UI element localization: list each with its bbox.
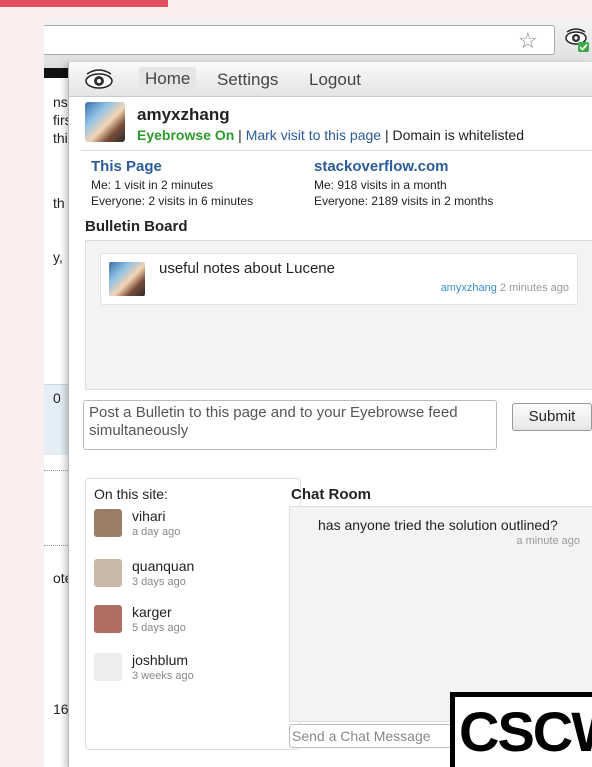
site-user-name[interactable]: karger <box>132 604 172 620</box>
site-user-time: 3 weeks ago <box>132 670 194 682</box>
chat-message-text: has anyone tried the solution outlined? <box>318 517 558 533</box>
this-page-me-stat: Me: 1 visit in 2 minutes <box>91 178 214 192</box>
cscw-watermark-text: CSCW <box>459 700 592 763</box>
site-title[interactable]: stackoverflow.com <box>314 158 449 175</box>
mark-visit-link[interactable]: Mark visit to this page <box>246 127 381 143</box>
bulletin-board: useful notes about Lucene amyxzhang 2 mi… <box>85 240 592 390</box>
bulletin-post: useful notes about Lucene amyxzhang 2 mi… <box>100 253 578 305</box>
site-user-time: 5 days ago <box>132 622 186 634</box>
site-everyone-stat: Everyone: 2189 visits in 2 months <box>314 194 494 208</box>
on-this-site-title: On this site: <box>94 486 168 502</box>
on-this-site-panel: On this site: vihari a day ago quanquan … <box>85 478 301 750</box>
avatar <box>94 559 122 587</box>
red-accent-strip <box>0 0 168 7</box>
background-text: th <box>53 195 65 211</box>
chat-input[interactable]: Send a Chat Message <box>289 724 459 748</box>
chat-message-time: a minute ago <box>516 535 580 547</box>
background-text: 0 <box>53 390 61 406</box>
status-line: Eyebrowse On | Mark visit to this page |… <box>137 127 524 143</box>
bulletin-input[interactable]: Post a Bulletin to this page and to your… <box>83 400 497 450</box>
site-user-time: a day ago <box>132 526 181 538</box>
chat-messages[interactable]: has anyone tried the solution outlined? … <box>289 506 592 722</box>
post-avatar[interactable] <box>109 262 145 296</box>
post-time: 2 minutes ago <box>499 282 569 294</box>
site-user-row[interactable]: joshblum 3 weeks ago <box>94 652 294 693</box>
separator: | <box>234 127 246 143</box>
popup-navbar: Home Settings Logout <box>69 62 592 97</box>
post-author[interactable]: amyxzhang <box>441 282 497 294</box>
this-page-everyone-stat: Everyone: 2 visits in 6 minutes <box>91 194 254 208</box>
divider <box>81 150 592 151</box>
site-user-row[interactable]: quanquan 3 days ago <box>94 558 294 599</box>
eyebrowse-popup: Home Settings Logout amyxzhang Eyebrowse… <box>68 62 592 767</box>
address-bar[interactable]: ☆ <box>44 25 555 55</box>
cscw-watermark: CSCW <box>450 692 592 767</box>
user-avatar[interactable] <box>85 102 125 142</box>
submit-button[interactable]: Submit <box>512 403 592 431</box>
username[interactable]: amyxzhang <box>137 105 230 125</box>
separator: | <box>381 127 393 143</box>
eyebrowse-status[interactable]: Eyebrowse On <box>137 127 234 143</box>
tab-logout[interactable]: Logout <box>309 70 361 90</box>
post-text: useful notes about Lucene <box>159 260 335 277</box>
tab-settings[interactable]: Settings <box>217 70 278 90</box>
this-page-title[interactable]: This Page <box>91 158 162 175</box>
tab-home[interactable]: Home <box>139 67 197 91</box>
site-user-row[interactable]: vihari a day ago <box>94 508 294 549</box>
eyebrowse-logo-icon <box>85 69 113 89</box>
site-user-time: 3 days ago <box>132 576 186 588</box>
site-user-name[interactable]: vihari <box>132 508 165 524</box>
avatar <box>94 653 122 681</box>
domain-status: Domain is whitelisted <box>392 127 525 143</box>
chat-room-title: Chat Room <box>291 486 371 503</box>
avatar <box>94 509 122 537</box>
bulletin-board-title: Bulletin Board <box>85 218 188 235</box>
site-me-stat: Me: 918 visits in a month <box>314 178 447 192</box>
site-user-row[interactable]: karger 5 days ago <box>94 604 294 645</box>
avatar <box>94 605 122 633</box>
cscw-watermark-inner: CSCW <box>455 697 592 767</box>
site-user-name[interactable]: quanquan <box>132 558 194 574</box>
post-meta: amyxzhang 2 minutes ago <box>441 282 569 294</box>
eyebrowse-eye-icon[interactable] <box>564 27 590 53</box>
site-user-name[interactable]: joshblum <box>132 652 188 668</box>
background-text: y, <box>53 249 63 265</box>
star-icon[interactable]: ☆ <box>518 28 538 54</box>
